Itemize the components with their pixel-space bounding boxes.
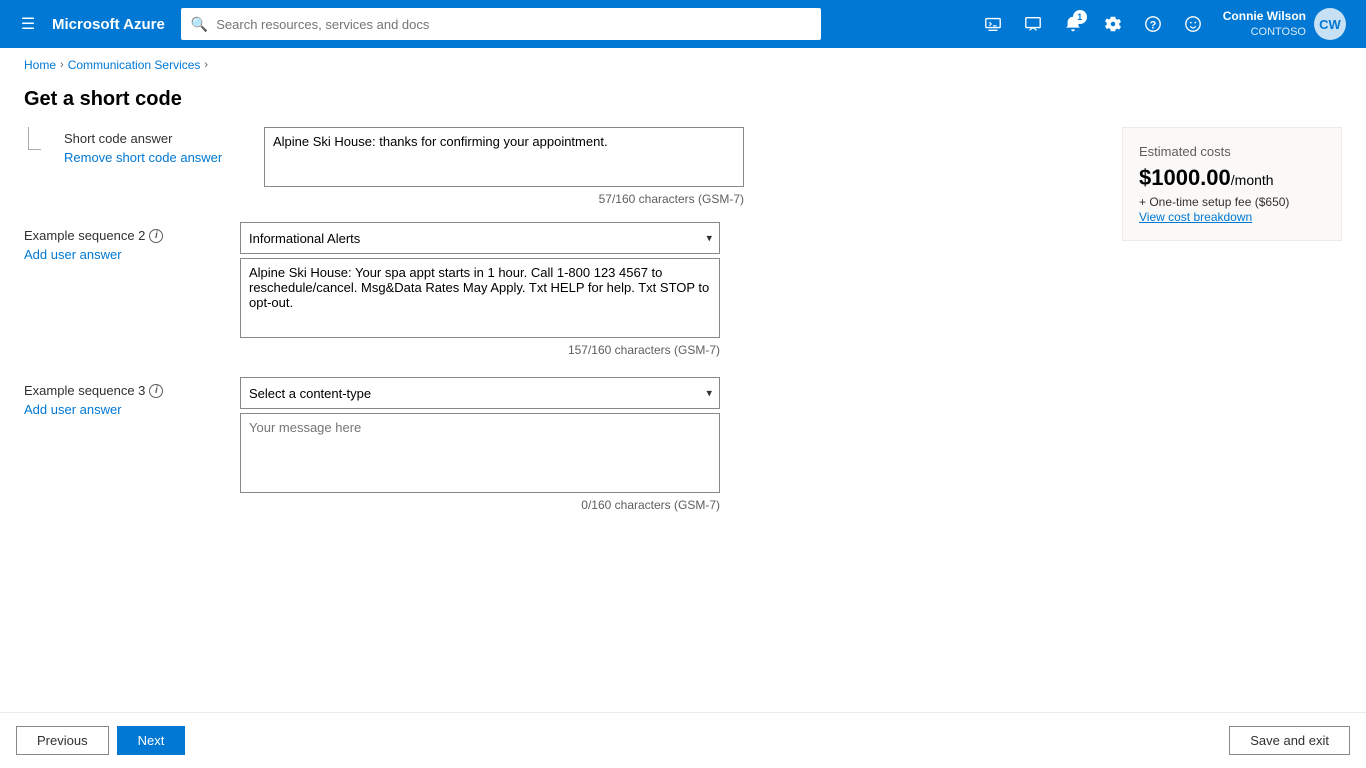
user-info: Connie Wilson CONTOSO — [1223, 9, 1306, 39]
topnav: ☰ Microsoft Azure 🔍 1 ? Connie Wilson CO… — [0, 0, 1366, 48]
notification-badge: 1 — [1073, 10, 1087, 24]
cost-amount-container: $1000.00/month — [1139, 165, 1325, 191]
remove-short-code-link[interactable]: Remove short code answer — [64, 150, 222, 165]
search-input[interactable] — [216, 17, 811, 32]
seq2-add-user-answer-link[interactable]: Add user answer — [24, 247, 122, 262]
page-title: Get a short code — [24, 88, 1342, 111]
user-name: Connie Wilson — [1223, 9, 1306, 25]
seq2-input-area: Informational Alerts Promotional Two-fac… — [240, 222, 844, 357]
seq2-label-area: Example sequence 2 i Add user answer — [24, 222, 224, 262]
breadcrumb: Home › Communication Services › — [0, 48, 1366, 76]
seq2-select-wrapper: Informational Alerts Promotional Two-fac… — [240, 222, 720, 254]
short-code-answer-block: Short code answer Remove short code answ… — [24, 127, 844, 206]
form-body: Short code answer Remove short code answ… — [24, 127, 844, 532]
user-org: CONTOSO — [1223, 25, 1306, 39]
help-button[interactable]: ? — [1135, 6, 1171, 42]
app-title: Microsoft Azure — [52, 16, 165, 33]
seq3-select-wrapper: Select a content-type Informational Aler… — [240, 377, 720, 409]
form-section: Short code answer Remove short code answ… — [24, 127, 1342, 532]
seq2-char-count: 157/160 characters (GSM-7) — [240, 343, 720, 357]
seq3-info-icon: i — [149, 384, 163, 398]
smiley-button[interactable] — [1175, 6, 1211, 42]
sc-char-count: 57/160 characters (GSM-7) — [264, 192, 744, 206]
seq2-content-type-select[interactable]: Informational Alerts Promotional Two-fac… — [240, 222, 720, 254]
seq3-add-user-answer-link[interactable]: Add user answer — [24, 402, 122, 417]
user-menu[interactable]: Connie Wilson CONTOSO CW — [1215, 0, 1354, 48]
sequence-3-row: Example sequence 3 i Add user answer Sel… — [24, 377, 844, 512]
breadcrumb-sep-2: › — [204, 59, 208, 71]
short-code-answer-textarea[interactable]: Alpine Ski House: thanks for confirming … — [264, 127, 744, 187]
breadcrumb-service[interactable]: Communication Services — [68, 58, 201, 72]
seq3-char-count: 0/160 characters (GSM-7) — [240, 498, 720, 512]
hamburger-icon: ☰ — [21, 14, 35, 34]
seq3-label: Example sequence 3 i — [24, 383, 224, 398]
cost-panel: Estimated costs $1000.00/month + One-tim… — [1122, 127, 1342, 241]
cost-amount: $1000.00 — [1139, 165, 1231, 190]
cost-panel-title: Estimated costs — [1139, 144, 1325, 159]
next-button[interactable]: Next — [117, 726, 186, 755]
menu-button[interactable]: ☰ — [12, 8, 44, 40]
search-box: 🔍 — [181, 8, 821, 40]
bottom-bar: Previous Next Save and exit — [0, 712, 1366, 768]
feedback-button[interactable] — [1015, 6, 1051, 42]
sc-input-area: Alpine Ski House: thanks for confirming … — [264, 127, 844, 206]
seq3-content-type-select[interactable]: Select a content-type Informational Aler… — [240, 377, 720, 409]
seq2-label: Example sequence 2 i — [24, 228, 224, 243]
avatar-initials: CW — [1319, 17, 1341, 32]
svg-text:?: ? — [1149, 20, 1156, 32]
breadcrumb-home[interactable]: Home — [24, 58, 56, 72]
seq3-label-area: Example sequence 3 i Add user answer — [24, 377, 224, 417]
cost-period: /month — [1231, 172, 1274, 188]
previous-button[interactable]: Previous — [16, 726, 109, 755]
topnav-right: 1 ? Connie Wilson CONTOSO CW — [975, 0, 1354, 48]
seq2-info-icon: i — [149, 229, 163, 243]
search-icon: 🔍 — [191, 16, 208, 33]
cloud-shell-button[interactable] — [975, 6, 1011, 42]
main-content: Get a short code Short code answer Remov… — [0, 76, 1366, 612]
sc-label-area: Short code answer Remove short code answ… — [64, 127, 264, 206]
seq2-message-textarea[interactable]: Alpine Ski House: Your spa appt starts i… — [240, 258, 720, 338]
sequence-2-row: Example sequence 2 i Add user answer Inf… — [24, 222, 844, 357]
sc-label: Short code answer — [64, 131, 264, 146]
tree-line — [24, 127, 48, 206]
avatar: CW — [1314, 8, 1346, 40]
seq3-message-textarea[interactable] — [240, 413, 720, 493]
cost-breakdown-link[interactable]: View cost breakdown — [1139, 210, 1252, 224]
notifications-button[interactable]: 1 — [1055, 6, 1091, 42]
cost-setup-fee: + One-time setup fee ($650) — [1139, 195, 1325, 209]
breadcrumb-sep-1: › — [60, 59, 64, 71]
settings-button[interactable] — [1095, 6, 1131, 42]
seq3-input-area: Select a content-type Informational Aler… — [240, 377, 844, 512]
save-exit-button[interactable]: Save and exit — [1229, 726, 1350, 755]
